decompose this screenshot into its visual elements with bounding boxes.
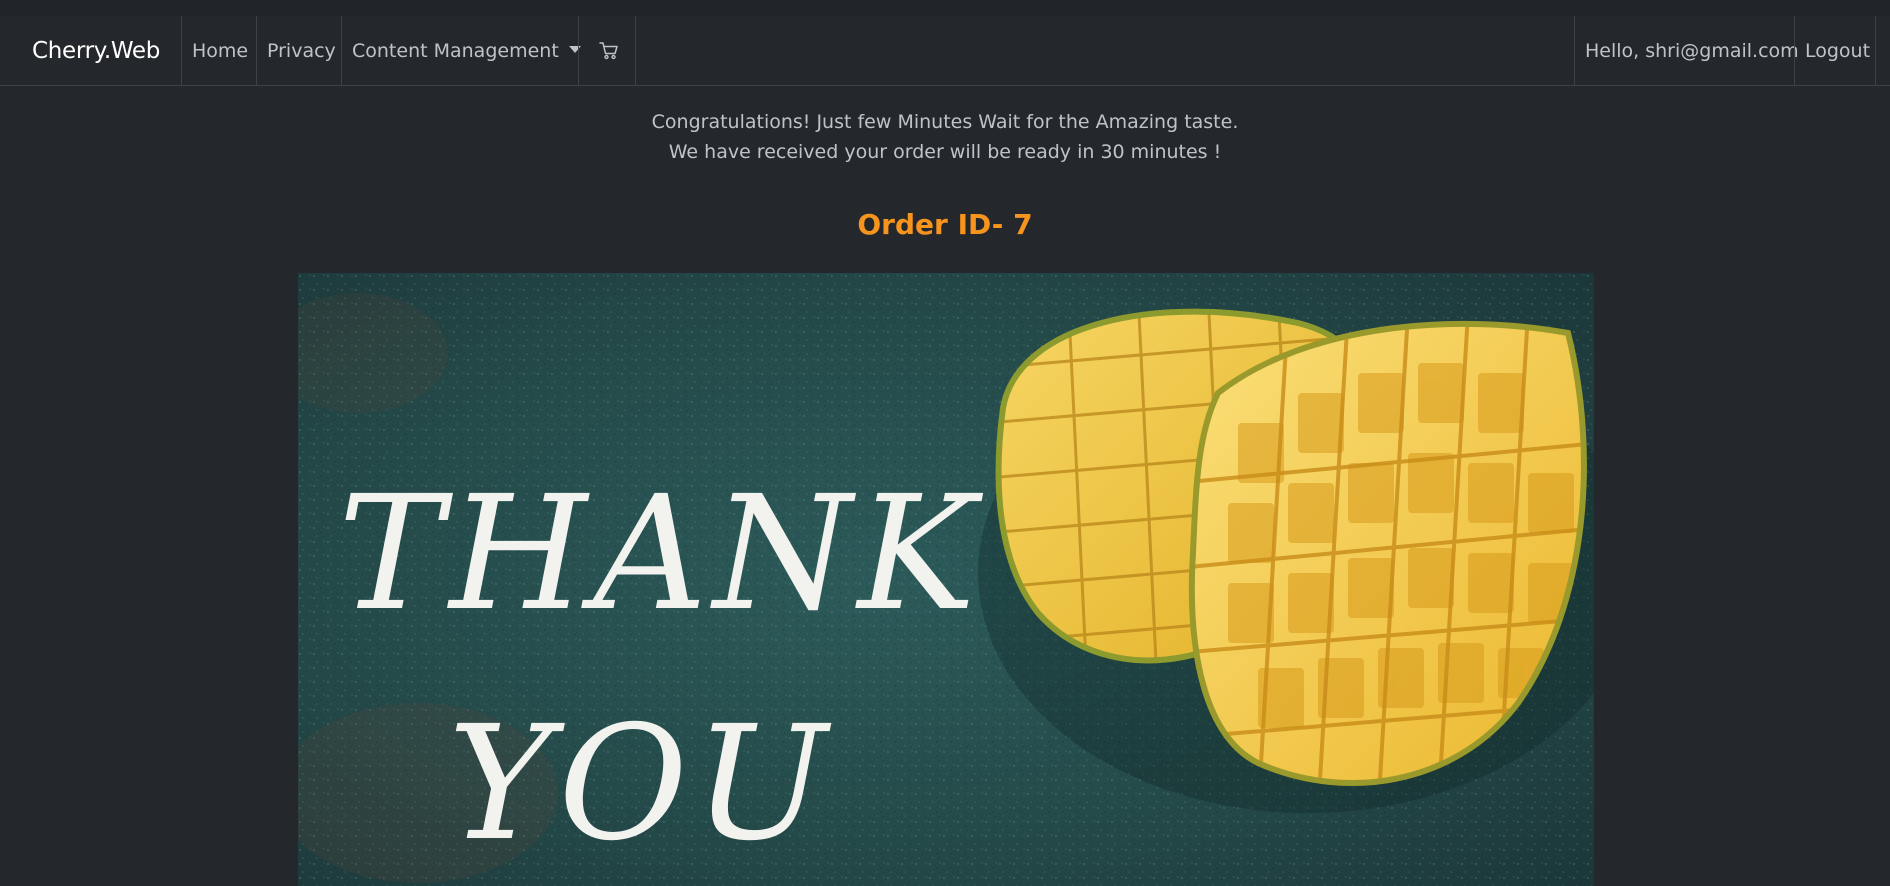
navbar: Cherry.Web Home Privacy Content Manageme… xyxy=(0,16,1890,86)
brand-link[interactable]: Cherry.Web xyxy=(32,16,160,86)
nav-content-management-label: Content Management xyxy=(352,40,559,62)
confirmation-message-line2: We have received your order will be read… xyxy=(668,141,1222,163)
browser-top-strip xyxy=(0,0,1890,17)
banner-illustration: THANK YOU xyxy=(298,273,1594,886)
logout-link[interactable]: Logout xyxy=(1794,16,1876,86)
confirmation-message-line1: Congratulations! Just few Minutes Wait f… xyxy=(651,111,1239,133)
thank-you-banner-image: THANK YOU xyxy=(298,273,1594,886)
cart-link[interactable] xyxy=(578,16,636,86)
banner-text-you: YOU xyxy=(448,692,833,876)
nav-content-management-dropdown[interactable]: Content Management xyxy=(341,16,581,86)
nav-privacy-link[interactable]: Privacy xyxy=(256,16,342,86)
nav-home-link[interactable]: Home xyxy=(181,16,257,86)
banner-text-thank: THANK xyxy=(338,462,984,646)
user-greeting-link[interactable]: Hello, shri@gmail.com xyxy=(1574,16,1799,86)
shopping-cart-icon xyxy=(599,42,618,60)
order-id-heading: Order ID- 7 xyxy=(857,208,1033,241)
